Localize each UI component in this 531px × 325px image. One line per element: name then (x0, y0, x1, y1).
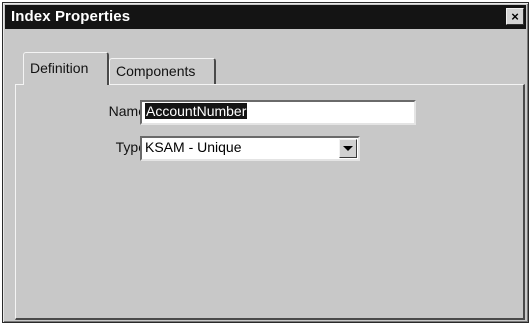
tab-definition-label: Definition (30, 60, 89, 76)
tab-components[interactable]: Components (109, 58, 216, 85)
dialog-title: Index Properties (11, 8, 131, 25)
close-button[interactable]: × (506, 8, 524, 25)
name-field[interactable]: AccountNumber (140, 100, 416, 125)
tab-definition[interactable]: Definition (23, 52, 109, 85)
name-field-value: AccountNumber (145, 103, 248, 119)
type-select[interactable]: KSAM - Unique (140, 136, 360, 161)
index-properties-dialog: Index Properties × Definition Components… (2, 2, 529, 323)
close-icon: × (511, 9, 519, 24)
name-label: Name (108, 103, 146, 119)
definition-tab-panel: Name AccountNumber Type KSAM - Unique (15, 84, 525, 320)
title-bar[interactable]: Index Properties × (5, 5, 526, 29)
chevron-down-icon (343, 146, 353, 151)
type-dropdown-button[interactable] (339, 139, 357, 158)
tab-components-label: Components (116, 63, 196, 79)
type-select-value: KSAM - Unique (145, 139, 242, 155)
type-label: Type (115, 139, 146, 155)
